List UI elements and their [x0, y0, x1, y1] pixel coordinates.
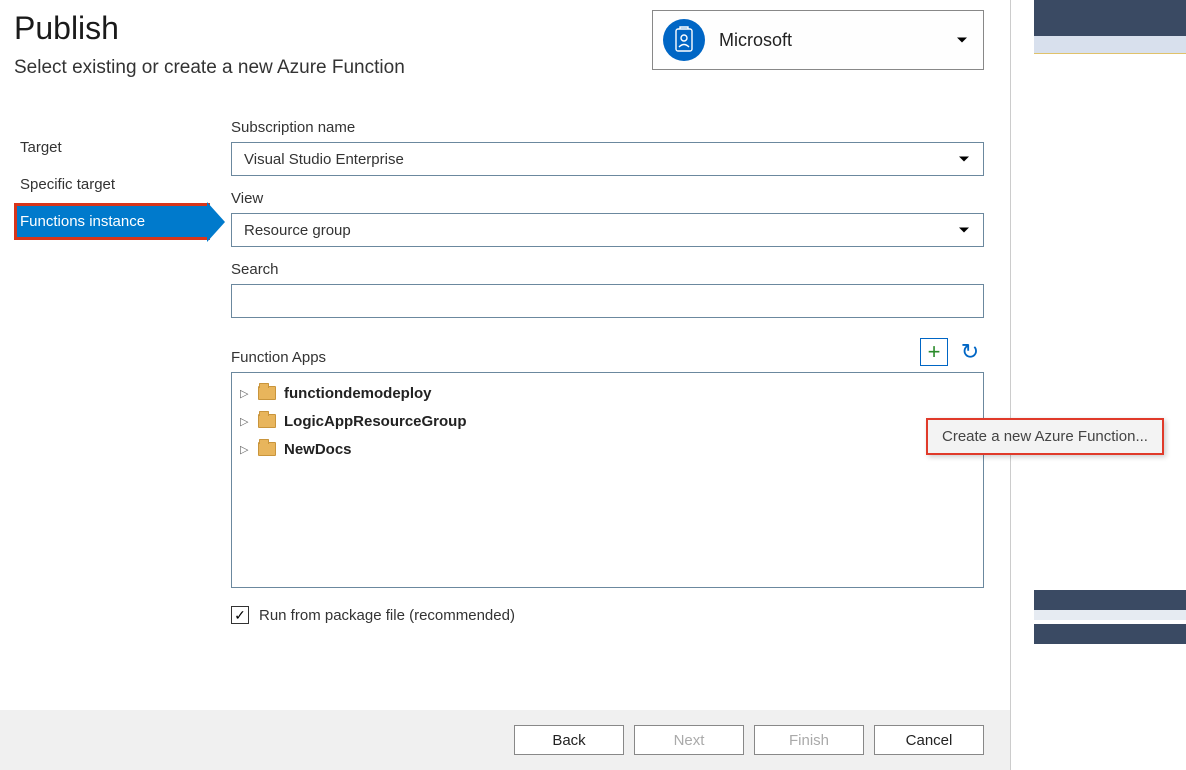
chevron-down-icon: [957, 38, 967, 43]
right-panel-gap: [1034, 610, 1186, 620]
form-area: Subscription name Visual Studio Enterpri…: [219, 119, 1010, 770]
tree-item-label: NewDocs: [284, 441, 352, 458]
view-dropdown[interactable]: Resource group: [231, 213, 984, 247]
dialog-body: Target Specific target Functions instanc…: [14, 119, 1010, 770]
create-new-tooltip: Create a new Azure Function...: [926, 418, 1164, 455]
tree-item-label: functiondemodeploy: [284, 385, 432, 402]
run-from-package-row[interactable]: ✓ Run from package file (recommended): [231, 606, 984, 624]
function-apps-header-row: Function Apps + ↻: [231, 338, 984, 366]
search-label: Search: [231, 261, 984, 278]
step-functions-instance[interactable]: Functions instance: [14, 203, 210, 240]
function-apps-tree[interactable]: ▷ functiondemodeploy ▷ LogicAppResourceG…: [231, 372, 984, 588]
step-target[interactable]: Target: [14, 129, 219, 166]
right-panel-header: [1034, 0, 1186, 36]
checkmark-icon: ✓: [234, 607, 246, 624]
subscription-value: Visual Studio Enterprise: [244, 151, 404, 168]
tree-item-label: LogicAppResourceGroup: [284, 413, 467, 430]
search-field: Search: [231, 261, 984, 318]
expand-icon[interactable]: ▷: [240, 443, 250, 456]
plus-icon: +: [928, 341, 941, 363]
right-panel-section-header: [1034, 590, 1186, 610]
folder-icon: [258, 442, 276, 456]
right-panel-strip: [1034, 36, 1186, 54]
view-label: View: [231, 190, 984, 207]
next-button: Next: [634, 725, 744, 755]
page-title: Publish: [14, 10, 405, 47]
account-badge-icon: [663, 19, 705, 61]
folder-icon: [258, 414, 276, 428]
view-field: View Resource group: [231, 190, 984, 247]
steps-sidebar: Target Specific target Functions instanc…: [14, 119, 219, 770]
header-text-block: Publish Select existing or create a new …: [14, 10, 405, 79]
back-button[interactable]: Back: [514, 725, 624, 755]
tree-item[interactable]: ▷ NewDocs: [240, 435, 975, 463]
subscription-dropdown[interactable]: Visual Studio Enterprise: [231, 142, 984, 176]
expand-icon[interactable]: ▷: [240, 415, 250, 428]
finish-button: Finish: [754, 725, 864, 755]
right-panel: [1010, 0, 1186, 770]
header-row: Publish Select existing or create a new …: [14, 10, 1010, 79]
folder-icon: [258, 386, 276, 400]
subscription-label: Subscription name: [231, 119, 984, 136]
refresh-icon: ↻: [961, 339, 979, 365]
function-apps-actions: + ↻: [920, 338, 984, 366]
refresh-button[interactable]: ↻: [956, 338, 984, 366]
expand-icon[interactable]: ▷: [240, 387, 250, 400]
account-name-label: Microsoft: [719, 30, 792, 51]
tree-item[interactable]: ▷ functiondemodeploy: [240, 379, 975, 407]
step-specific-target[interactable]: Specific target: [14, 166, 219, 203]
page-subtitle: Select existing or create a new Azure Fu…: [14, 57, 405, 79]
dialog-footer: Back Next Finish Cancel: [0, 710, 1010, 770]
function-apps-label: Function Apps: [231, 349, 326, 366]
run-from-package-label: Run from package file (recommended): [259, 607, 515, 624]
view-value: Resource group: [244, 222, 351, 239]
account-selector[interactable]: Microsoft: [652, 10, 984, 70]
create-new-button[interactable]: +: [920, 338, 948, 366]
subscription-field: Subscription name Visual Studio Enterpri…: [231, 119, 984, 176]
search-input[interactable]: [231, 284, 984, 318]
run-from-package-checkbox[interactable]: ✓: [231, 606, 249, 624]
publish-dialog: Publish Select existing or create a new …: [0, 0, 1010, 770]
tree-item[interactable]: ▷ LogicAppResourceGroup: [240, 407, 975, 435]
cancel-button[interactable]: Cancel: [874, 725, 984, 755]
right-panel-section-header-2: [1034, 624, 1186, 644]
